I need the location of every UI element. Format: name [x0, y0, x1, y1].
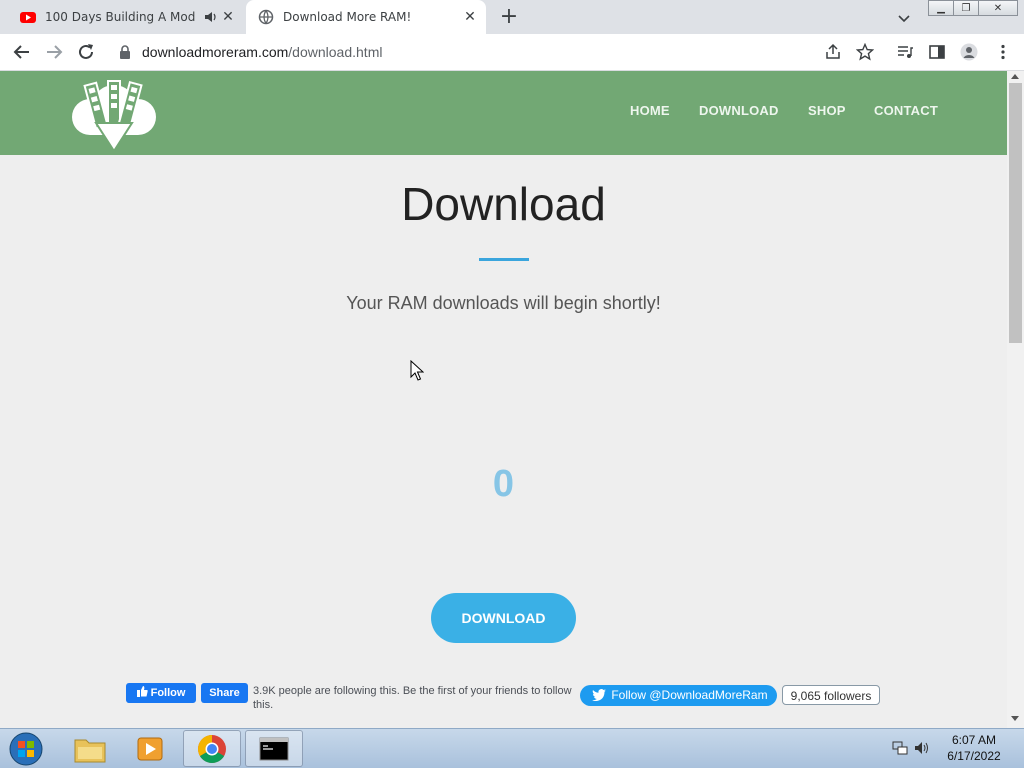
facebook-follow-label: Follow	[150, 687, 186, 699]
forward-icon[interactable]	[44, 42, 64, 62]
new-tab-button[interactable]: +	[498, 6, 520, 28]
lock-icon[interactable]	[118, 45, 132, 59]
twitter-follow-button[interactable]: Follow @DownloadMoreRam	[580, 685, 777, 706]
folder-icon	[74, 739, 106, 763]
facebook-share-button[interactable]: Share	[201, 683, 248, 703]
scrollbar-thumb[interactable]	[1009, 83, 1022, 343]
windows-taskbar: 6:07 AM 6/17/2022	[0, 728, 1024, 768]
chevron-down-icon[interactable]	[896, 10, 912, 26]
nav-contact[interactable]: CONTACT	[874, 103, 938, 118]
nav-download[interactable]: DOWNLOAD	[699, 103, 779, 118]
profile-icon[interactable]	[960, 43, 978, 61]
taskbar-media-player[interactable]	[122, 730, 180, 767]
nav-shop[interactable]: SHOP	[808, 103, 846, 118]
chrome-icon	[198, 735, 226, 763]
youtube-icon	[20, 12, 36, 23]
scroll-down-arrow-icon[interactable]	[1011, 716, 1019, 721]
thumbs-up-icon	[136, 686, 148, 697]
twitter-bird-icon	[592, 689, 606, 702]
page-title: Download	[401, 178, 606, 230]
tab-title: Download More RAM!	[283, 10, 412, 24]
close-window-button[interactable]: ✕	[978, 0, 1018, 16]
menu-kebab-icon[interactable]	[994, 43, 1012, 61]
side-panel-icon[interactable]	[928, 43, 946, 61]
download-button[interactable]: DOWNLOAD	[431, 593, 576, 643]
clock-time: 6:07 AM	[951, 733, 997, 747]
taskbar-chrome[interactable]	[183, 730, 241, 767]
terminal-icon	[259, 737, 289, 761]
tab-download-more-ram[interactable]: Download More RAM! ✕	[246, 0, 486, 34]
facebook-follow-button[interactable]: Follow	[126, 683, 196, 703]
clock-date: 6/17/2022	[947, 749, 1001, 763]
media-player-icon	[137, 737, 163, 761]
tab-strip: 100 Days Building A Modern ✕ Download Mo…	[0, 0, 1024, 34]
speaker-icon[interactable]	[204, 10, 218, 24]
close-tab-icon[interactable]: ✕	[462, 9, 478, 25]
start-button-icon[interactable]	[6, 731, 46, 767]
url-text: downloadmoreram.com/download.html	[142, 44, 383, 60]
media-control-icon[interactable]	[896, 43, 914, 61]
globe-icon	[258, 9, 274, 25]
back-icon[interactable]	[12, 42, 32, 62]
taskbar-command-prompt[interactable]	[245, 730, 303, 767]
tab-youtube[interactable]: 100 Days Building A Modern ✕	[8, 0, 244, 34]
taskbar-explorer[interactable]	[62, 730, 120, 767]
facebook-followers-text: 3.9K people are following this. Be the f…	[253, 685, 572, 711]
address-bar[interactable]: downloadmoreram.com/download.html	[108, 37, 886, 67]
scroll-up-arrow-icon[interactable]	[1011, 74, 1019, 79]
page-scrollbar[interactable]	[1007, 71, 1024, 728]
system-clock[interactable]: 6:07 AM 6/17/2022	[935, 732, 1013, 764]
share-icon[interactable]	[824, 43, 842, 61]
minimize-button[interactable]: ▁	[928, 0, 954, 16]
restore-button[interactable]: ❐	[953, 0, 979, 16]
star-icon[interactable]	[856, 43, 874, 61]
mouse-cursor-icon	[410, 360, 424, 381]
close-tab-icon[interactable]: ✕	[220, 9, 236, 25]
download-ram-logo[interactable]	[68, 75, 160, 153]
network-icon[interactable]	[892, 740, 908, 756]
reload-icon[interactable]	[76, 42, 96, 62]
twitter-follow-label: Follow @DownloadMoreRam	[611, 688, 768, 702]
page-subtitle: Your RAM downloads will begin shortly!	[346, 293, 661, 313]
site-header: HOME DOWNLOAD SHOP CONTACT	[0, 71, 1007, 155]
page-viewport: HOME DOWNLOAD SHOP CONTACT Download Your…	[0, 71, 1007, 728]
title-divider	[479, 258, 529, 261]
nav-home[interactable]: HOME	[630, 103, 670, 118]
twitter-followers-count: 9,065 followers	[782, 685, 880, 705]
download-counter: 0	[492, 463, 515, 505]
browser-toolbar: downloadmoreram.com/download.html	[0, 34, 1024, 71]
tab-title: 100 Days Building A Modern	[45, 10, 195, 24]
volume-icon[interactable]	[914, 740, 930, 756]
